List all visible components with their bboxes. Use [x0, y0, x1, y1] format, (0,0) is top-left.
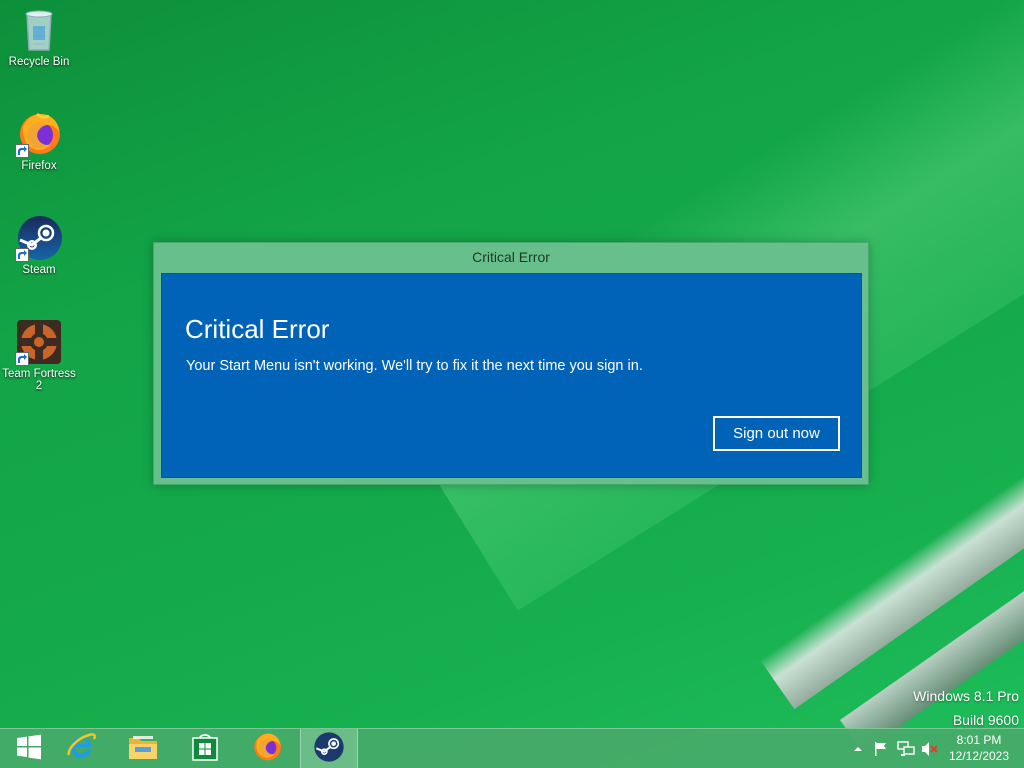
clock-time: 8:01 PM: [956, 733, 1002, 747]
desktop: Recycle Bin Firefox Steam Team Fortress …: [0, 0, 1024, 768]
steam-icon: [15, 214, 63, 262]
taskbar-store[interactable]: [176, 729, 234, 768]
file-explorer-icon: [127, 732, 159, 766]
action-center-flag-icon[interactable]: [873, 741, 889, 757]
critical-error-dialog: Critical Error Critical Error Your Start…: [153, 242, 869, 485]
recycle-bin-icon: [15, 6, 63, 54]
team-fortress-2-icon: [15, 318, 63, 366]
shortcut-arrow-icon: [15, 248, 29, 262]
dialog-titlebar[interactable]: Critical Error: [154, 243, 868, 272]
desktop-icon-steam[interactable]: Steam: [0, 214, 78, 276]
dialog-body: Critical Error Your Start Menu isn't wor…: [161, 273, 862, 478]
steam-icon: [313, 731, 345, 767]
sign-out-now-button[interactable]: Sign out now: [713, 416, 840, 451]
windows-version-watermark: Windows 8.1 Pro Build 9600: [913, 684, 1019, 732]
shortcut-arrow-icon: [15, 144, 29, 158]
dialog-message: Your Start Menu isn't working. We'll try…: [186, 358, 643, 374]
desktop-icon-label: Recycle Bin: [8, 56, 70, 68]
internet-explorer-icon: [65, 731, 97, 767]
firefox-icon: [251, 731, 283, 767]
taskbar: 8:01 PM 12/12/2023: [0, 728, 1024, 768]
volume-muted-icon[interactable]: [921, 741, 938, 757]
shortcut-arrow-icon: [15, 352, 29, 366]
windows-store-icon: [191, 732, 219, 766]
taskbar-internet-explorer[interactable]: [52, 729, 110, 768]
taskbar-steam[interactable]: [300, 729, 358, 768]
desktop-icon-label: Steam: [22, 264, 56, 276]
desktop-icon-firefox[interactable]: Firefox: [0, 110, 78, 172]
taskbar-file-explorer[interactable]: [114, 729, 172, 768]
taskbar-clock[interactable]: 8:01 PM 12/12/2023: [936, 732, 1022, 764]
desktop-icon-label: Firefox: [21, 160, 57, 172]
show-hidden-icons-chevron[interactable]: [851, 741, 867, 757]
clock-date: 12/12/2023: [948, 749, 1010, 763]
firefox-icon: [15, 110, 63, 158]
watermark-edition: Windows 8.1 Pro: [913, 688, 1019, 704]
taskbar-firefox[interactable]: [238, 729, 296, 768]
desktop-icon-team-fortress-2[interactable]: Team Fortress 2: [0, 318, 78, 392]
start-button[interactable]: [0, 729, 58, 768]
network-icon[interactable]: [897, 741, 915, 757]
windows-start-icon: [16, 734, 42, 764]
dialog-heading: Critical Error: [185, 314, 330, 344]
desktop-icon-label: Team Fortress 2: [2, 368, 76, 392]
desktop-icon-recycle-bin[interactable]: Recycle Bin: [0, 6, 78, 68]
